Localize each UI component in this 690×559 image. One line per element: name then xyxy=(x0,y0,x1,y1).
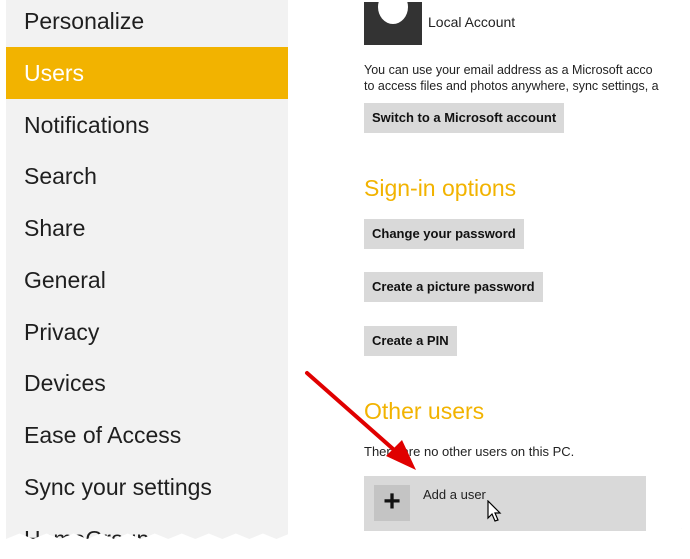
settings-window: Personalize Users Notifications Search S… xyxy=(6,0,682,539)
red-annotation-arrow-icon xyxy=(305,371,416,470)
